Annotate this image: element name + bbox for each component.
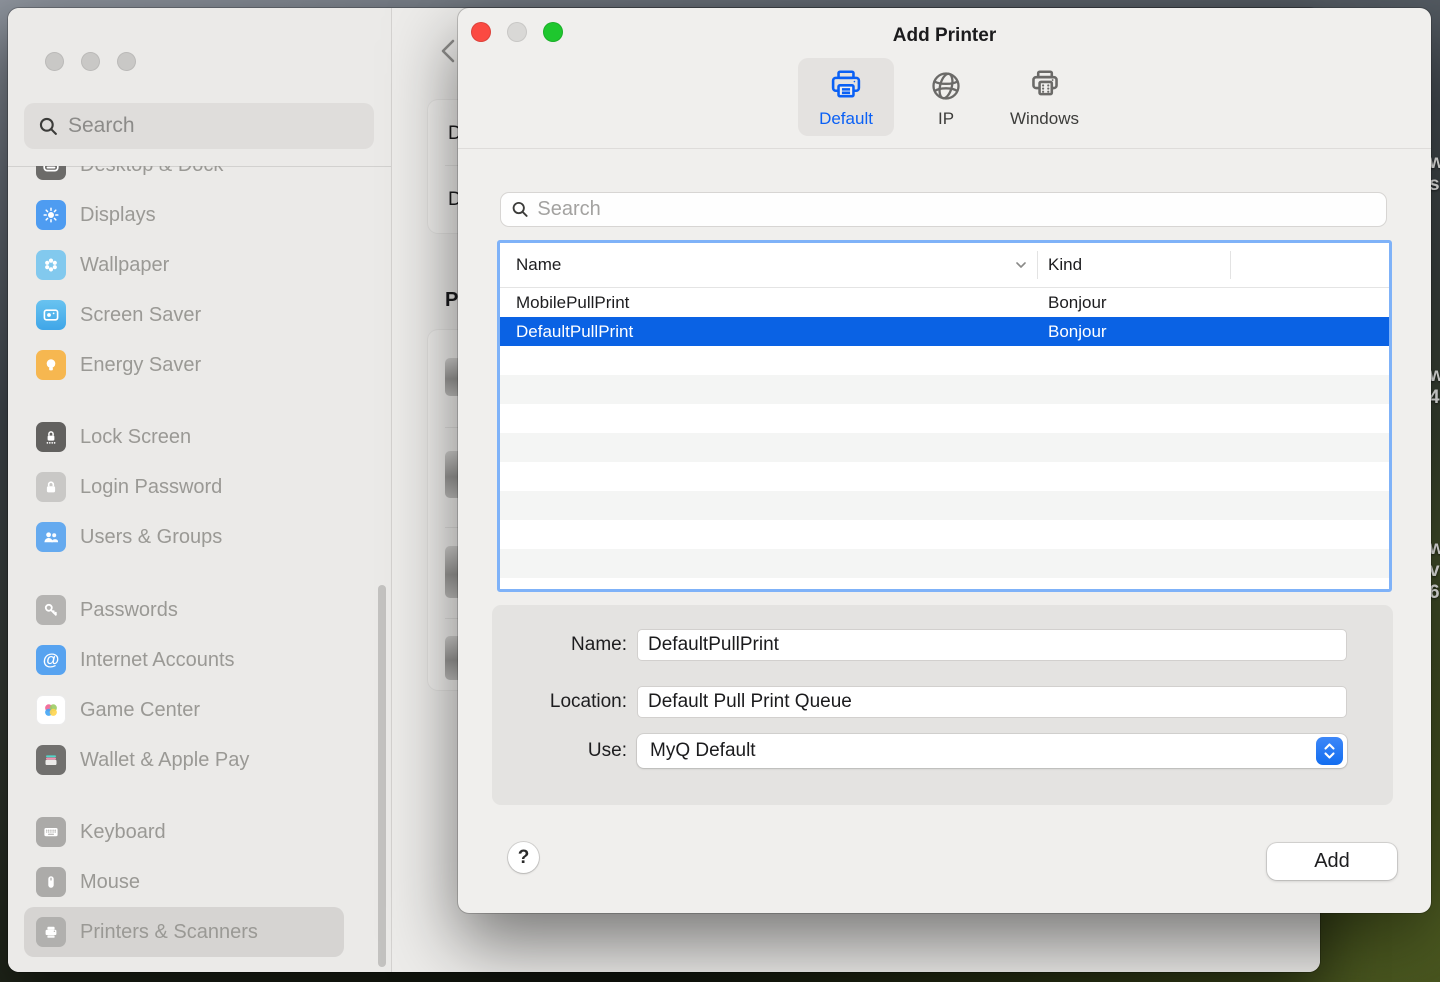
- desktop: ws. w4. wv 6.: [0, 0, 1440, 982]
- wallpaper-icon: [36, 250, 66, 280]
- sidebar-item-passwords[interactable]: Passwords: [24, 585, 344, 635]
- toolbar-divider: [458, 148, 1431, 149]
- sidebar-item-internet-accounts[interactable]: @ Internet Accounts: [24, 635, 344, 685]
- empty-rows: [500, 346, 1389, 589]
- sort-chevron-icon: [1016, 262, 1026, 268]
- sidebar-item-list: Desktop & Dock Displays: [8, 166, 391, 957]
- sidebar-item-wallpaper[interactable]: Wallpaper: [24, 240, 344, 290]
- dialog-title: Add Printer: [892, 25, 997, 46]
- window-controls: [45, 52, 136, 71]
- table-header: Name Kind: [500, 243, 1389, 288]
- wallet-icon: [36, 745, 66, 775]
- tab-default[interactable]: Default: [798, 58, 895, 136]
- tab-label: Windows: [1010, 108, 1079, 128]
- sidebar-scrollbar[interactable]: [378, 585, 386, 967]
- login-password-icon: [36, 472, 66, 502]
- settings-sidebar: Desktop & Dock Displays: [8, 8, 392, 972]
- printer-row-mobilepullprint[interactable]: MobilePullPrint Bonjour: [500, 288, 1389, 317]
- help-button[interactable]: ?: [508, 842, 539, 873]
- printers-heading-fragment: P: [445, 289, 459, 311]
- printer-row-defaultpullprint[interactable]: DefaultPullPrint Bonjour: [500, 317, 1389, 346]
- tab-ip[interactable]: IP: [910, 58, 982, 136]
- use-label: Use:: [587, 740, 627, 761]
- users-groups-icon: [36, 522, 66, 552]
- search-icon: [512, 201, 528, 217]
- internet-accounts-icon: @: [36, 645, 66, 675]
- mouse-icon: [36, 867, 66, 897]
- use-dropdown-value: MyQ Default: [650, 740, 756, 761]
- printer-kind-cell: Bonjour: [1048, 321, 1107, 341]
- tab-label: IP: [937, 108, 955, 128]
- sidebar-search-input[interactable]: [68, 114, 360, 138]
- printer-search-field[interactable]: [500, 192, 1387, 227]
- default-printer-icon: [831, 69, 861, 97]
- column-divider[interactable]: [1230, 251, 1231, 279]
- sidebar-item-energy-saver[interactable]: Energy Saver: [24, 340, 344, 390]
- sidebar-item-keyboard[interactable]: Keyboard: [24, 807, 344, 857]
- desktop-dock-icon: [36, 166, 66, 180]
- sidebar-item-screen-saver[interactable]: Screen Saver: [24, 290, 344, 340]
- column-header-name[interactable]: Name: [500, 255, 1037, 275]
- tab-windows[interactable]: Windows: [998, 58, 1091, 136]
- name-field[interactable]: [637, 629, 1347, 661]
- energy-saver-icon: [36, 350, 66, 380]
- passwords-icon: [36, 595, 66, 625]
- keyboard-icon: [36, 817, 66, 847]
- printer-search-input[interactable]: [537, 198, 1376, 221]
- dialog-toolbar-tabs: Default IP Windows: [458, 58, 1431, 136]
- printer-name-cell: DefaultPullPrint: [516, 321, 634, 341]
- tab-label: Default: [819, 108, 873, 128]
- globe-icon: [932, 71, 960, 100]
- sidebar-item-users-groups[interactable]: Users & Groups: [24, 512, 344, 562]
- add-button[interactable]: Add: [1267, 843, 1397, 880]
- location-field[interactable]: [637, 685, 1347, 718]
- search-icon: [39, 117, 57, 135]
- sidebar-item-mouse[interactable]: Mouse: [24, 857, 344, 907]
- use-dropdown[interactable]: MyQ Default: [637, 734, 1347, 768]
- sidebar-item-login-password[interactable]: Login Password: [24, 462, 344, 512]
- screen-saver-icon: [36, 300, 66, 330]
- name-label: Name:: [571, 634, 627, 655]
- sidebar-item-wallet-apple-pay[interactable]: Wallet & Apple Pay: [24, 735, 344, 785]
- sidebar-search-field[interactable]: [24, 103, 374, 149]
- printer-kind-cell: Bonjour: [1048, 292, 1107, 312]
- windows-printer-icon: [1031, 69, 1058, 95]
- printer-name-cell: MobilePullPrint: [516, 292, 630, 312]
- sidebar-item-lock-screen[interactable]: Lock Screen: [24, 412, 344, 462]
- sidebar-clipped-row: Desktop & Dock: [8, 166, 391, 190]
- close-button[interactable]: [45, 52, 64, 71]
- dropdown-stepper-icon: [1316, 737, 1343, 765]
- column-header-kind[interactable]: Kind: [1038, 255, 1230, 275]
- printer-details-form: Name: Location: Use: MyQ Default: [492, 605, 1393, 805]
- sidebar-item-printers-scanners[interactable]: Printers & Scanners: [24, 907, 344, 957]
- lock-screen-icon: [36, 422, 66, 452]
- add-printer-dialog: Add Printer Default IP Windows Search Na…: [458, 8, 1431, 913]
- minimize-button[interactable]: [81, 52, 100, 71]
- sidebar-item-desktop-dock[interactable]: Desktop & Dock: [24, 166, 344, 190]
- game-center-icon: [36, 695, 66, 725]
- displays-icon: [36, 200, 66, 230]
- printer-table: Name Kind MobilePullPrint Bonjour Defaul…: [497, 240, 1392, 592]
- zoom-button[interactable]: [117, 52, 136, 71]
- sidebar-item-game-center[interactable]: Game Center: [24, 685, 344, 735]
- printers-scanners-icon: [36, 917, 66, 947]
- sidebar-item-displays[interactable]: Displays: [24, 190, 344, 240]
- location-label: Location:: [549, 690, 627, 712]
